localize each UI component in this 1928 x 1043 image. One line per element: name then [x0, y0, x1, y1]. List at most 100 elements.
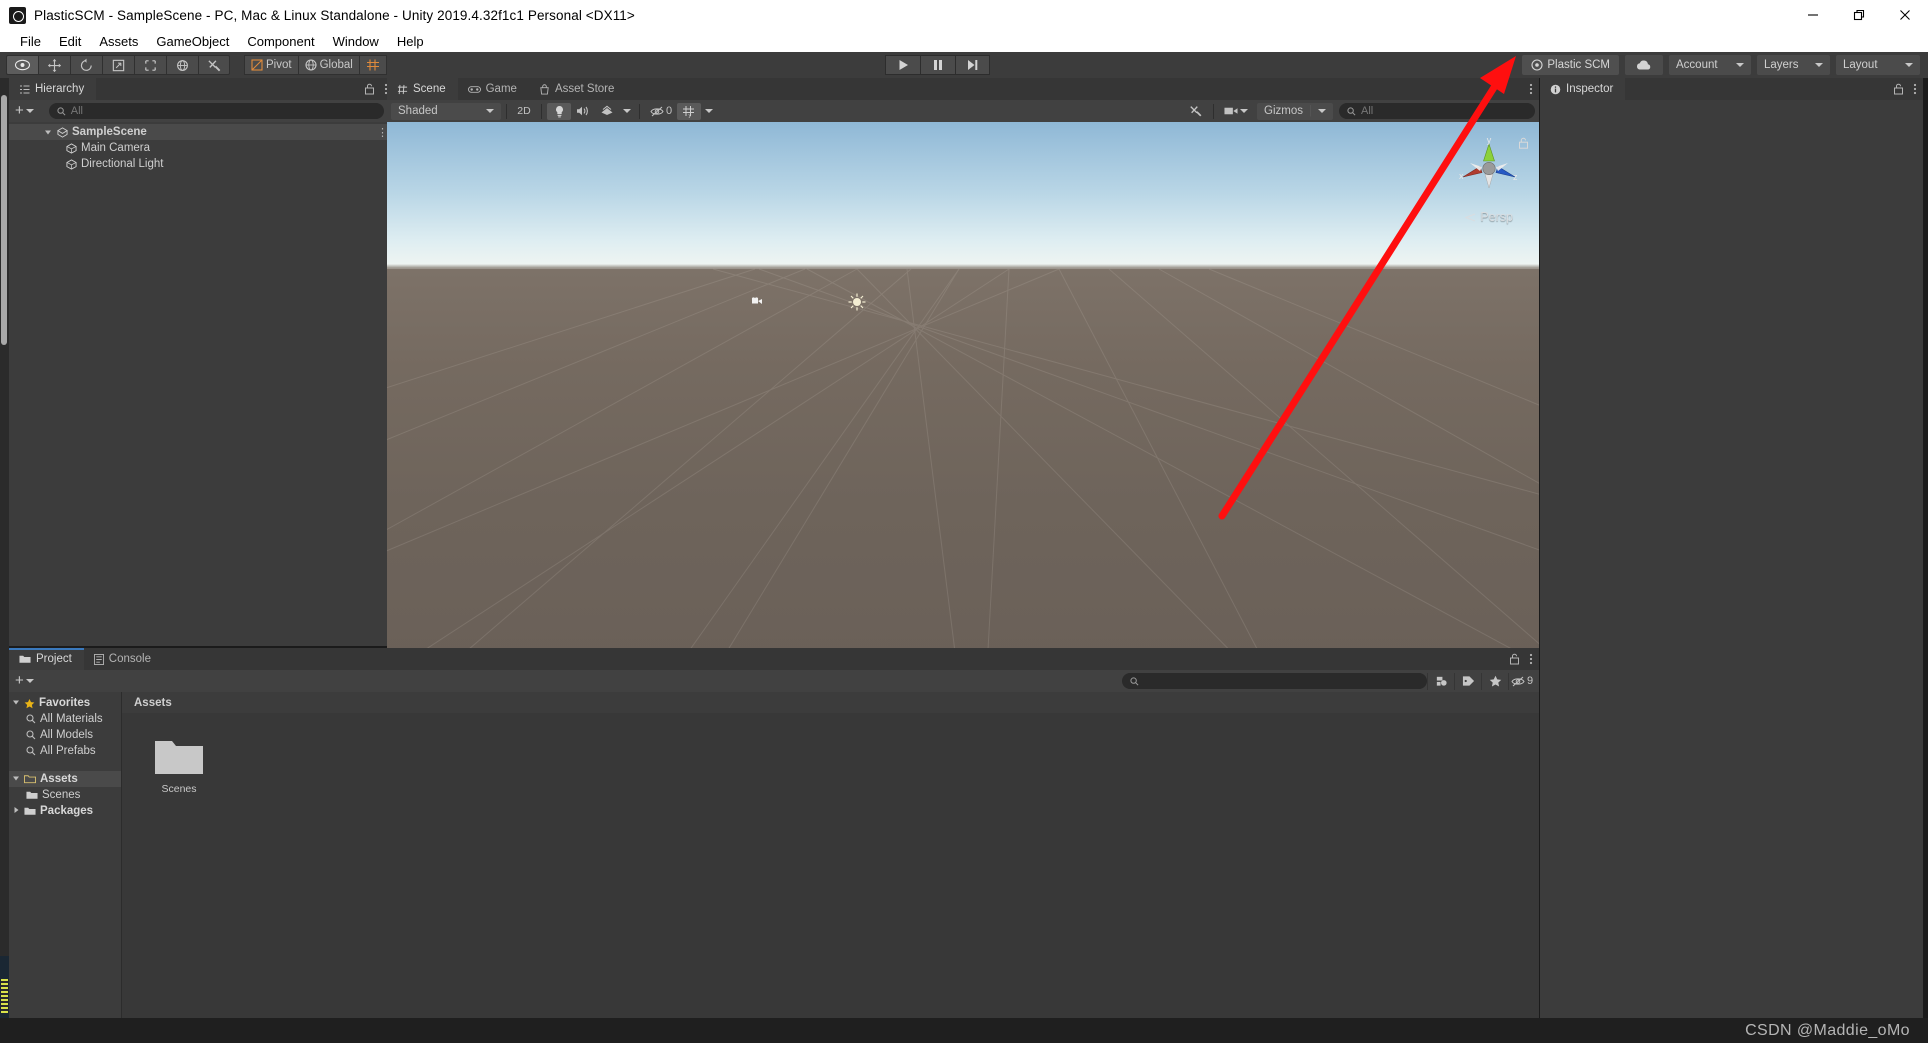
- folder-icon: [19, 655, 31, 663]
- pivot-toggle[interactable]: Pivot: [244, 55, 298, 75]
- scale-tool[interactable]: [102, 55, 134, 75]
- type-filter-icon: [1436, 676, 1447, 686]
- scene-visibility-toggle[interactable]: 0: [645, 103, 677, 120]
- tree-item-assets[interactable]: Assets: [9, 771, 121, 787]
- scene-tools-button[interactable]: [1184, 103, 1208, 120]
- scene-fx-toggle[interactable]: [595, 103, 619, 120]
- menu-item-assets[interactable]: Assets: [90, 34, 147, 49]
- tab-project[interactable]: Project: [9, 648, 84, 670]
- project-search-input[interactable]: [1122, 673, 1427, 689]
- scene-viewport[interactable]: y x z Persp: [387, 122, 1539, 668]
- kebab-menu-icon[interactable]: [1913, 83, 1917, 95]
- tree-item-all-prefabs[interactable]: All Prefabs: [9, 743, 121, 759]
- layers-dropdown[interactable]: Layers: [1757, 55, 1830, 75]
- layout-dropdown[interactable]: Layout: [1836, 55, 1920, 75]
- tab-game[interactable]: Game: [458, 78, 529, 100]
- close-icon[interactable]: [1882, 0, 1928, 30]
- kebab-menu-icon[interactable]: [1529, 83, 1533, 95]
- toggle-2d-button[interactable]: 2D: [512, 103, 536, 120]
- menu-item-help[interactable]: Help: [388, 34, 433, 49]
- expand-arrow-icon[interactable]: [12, 773, 20, 785]
- tab-asset-store[interactable]: Asset Store: [529, 78, 626, 100]
- pause-button[interactable]: [920, 55, 955, 75]
- status-bar: [0, 1018, 1928, 1043]
- unity-editor-window: PlasticSCM - SampleScene - PC, Mac & Lin…: [0, 0, 1928, 1043]
- menu-item-file[interactable]: File: [11, 34, 50, 49]
- cloud-icon[interactable]: [1625, 55, 1663, 75]
- hierarchy-search-input[interactable]: All: [48, 103, 384, 119]
- scene-axis-gizmo[interactable]: y x z: [1456, 135, 1522, 200]
- scene-projection-label[interactable]: Persp: [1465, 210, 1513, 224]
- directional-light-gizmo[interactable]: [847, 292, 867, 312]
- minimize-icon[interactable]: [1790, 0, 1836, 30]
- grid-visibility-icon: y: [683, 105, 695, 118]
- tab-console[interactable]: Console: [84, 648, 163, 670]
- menu-item-gameobject[interactable]: GameObject: [147, 34, 238, 49]
- rect-tool[interactable]: [134, 55, 166, 75]
- rotate-tool[interactable]: [70, 55, 102, 75]
- tree-item-packages[interactable]: Packages: [9, 803, 121, 819]
- menu-item-edit[interactable]: Edit: [50, 34, 90, 49]
- chevron-down-icon: [1815, 63, 1823, 67]
- maximize-icon[interactable]: [1836, 0, 1882, 30]
- tree-item-all-models[interactable]: All Models: [9, 727, 121, 743]
- tree-item-scenes[interactable]: Scenes: [9, 787, 121, 803]
- tab-inspector[interactable]: Inspector: [1540, 78, 1626, 100]
- project-add-button[interactable]: +: [15, 673, 34, 688]
- hierarchy-tree: SampleScene ⋮ Main Camera Directional Li…: [9, 122, 394, 172]
- kebab-menu-icon[interactable]: [1529, 653, 1533, 665]
- scene-icon: [57, 126, 68, 138]
- menu-item-window[interactable]: Window: [324, 34, 388, 49]
- filter-favorites-button[interactable]: [1481, 672, 1508, 690]
- draw-mode-dropdown[interactable]: Shaded: [391, 102, 501, 120]
- asset-item-scenes[interactable]: Scenes: [146, 735, 212, 795]
- gameobject-icon: [66, 142, 77, 154]
- scene-search-input[interactable]: All: [1339, 103, 1535, 119]
- expand-arrow-icon[interactable]: [42, 128, 53, 136]
- hand-tool[interactable]: [6, 55, 38, 75]
- move-tool[interactable]: [38, 55, 70, 75]
- filter-by-label-button[interactable]: [1454, 672, 1481, 690]
- tree-item-label: All Prefabs: [40, 745, 96, 757]
- collapse-arrow-icon[interactable]: [12, 805, 20, 817]
- expand-arrow-icon[interactable]: [12, 697, 20, 709]
- transform-tool[interactable]: [166, 55, 198, 75]
- scene-grid-dropdown[interactable]: [701, 103, 716, 120]
- scene-audio-toggle[interactable]: [571, 103, 595, 120]
- window-scrollbar[interactable]: [1, 95, 7, 345]
- hierarchy-item-main-camera[interactable]: Main Camera: [9, 140, 394, 156]
- hierarchy-item-directional-light[interactable]: Directional Light: [9, 156, 394, 172]
- plastic-scm-button[interactable]: Plastic SCM: [1522, 55, 1619, 75]
- hierarchy-item-samplescene[interactable]: SampleScene ⋮: [9, 124, 394, 140]
- play-button[interactable]: [885, 55, 920, 75]
- global-toggle[interactable]: Global: [297, 55, 359, 75]
- grid-snap-icon[interactable]: [358, 55, 387, 75]
- window-title-bar: PlasticSCM - SampleScene - PC, Mac & Lin…: [0, 0, 1928, 30]
- hierarchy-add-button[interactable]: +: [15, 103, 34, 118]
- hidden-packages-indicator[interactable]: 9: [1508, 672, 1535, 690]
- scene-grid-toggle[interactable]: y: [677, 102, 702, 120]
- filter-by-type-button[interactable]: [1427, 672, 1454, 690]
- project-content-pane[interactable]: Assets Scenes: [122, 692, 1539, 1018]
- scene-gizmo-lock-icon[interactable]: [1518, 136, 1529, 154]
- scene-camera-button[interactable]: [1219, 103, 1253, 120]
- tab-scene[interactable]: Scene: [387, 78, 458, 100]
- tree-item-favorites[interactable]: Favorites: [9, 695, 121, 711]
- lock-icon[interactable]: [1509, 653, 1520, 665]
- tree-item-all-materials[interactable]: All Materials: [9, 711, 121, 727]
- gizmos-dropdown[interactable]: Gizmos |: [1257, 102, 1333, 120]
- scene-fx-dropdown[interactable]: [619, 103, 634, 120]
- step-button[interactable]: [955, 55, 990, 75]
- main-camera-gizmo[interactable]: [750, 294, 764, 305]
- custom-tool[interactable]: [198, 55, 230, 75]
- menu-item-component[interactable]: Component: [238, 34, 323, 49]
- account-dropdown[interactable]: Account: [1669, 55, 1751, 75]
- inspector-tabbar: Inspector: [1540, 78, 1923, 100]
- asset-item-label: Scenes: [161, 783, 197, 795]
- chevron-down-icon: [1736, 63, 1744, 67]
- lock-icon[interactable]: [1893, 83, 1904, 95]
- project-body: Favorites All Materials All Models All P…: [9, 692, 1539, 1018]
- tab-hierarchy[interactable]: Hierarchy: [9, 78, 97, 100]
- scene-lighting-toggle[interactable]: [547, 102, 571, 120]
- lock-icon[interactable]: [364, 83, 375, 95]
